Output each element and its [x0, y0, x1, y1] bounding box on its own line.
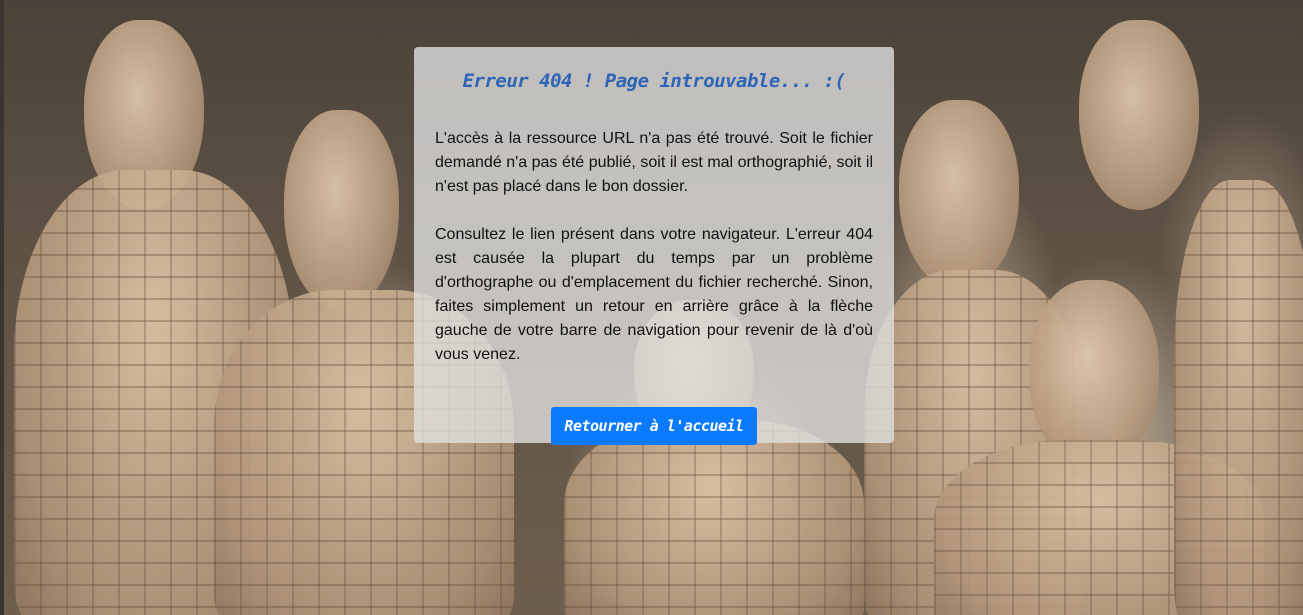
- statue-body: [1174, 180, 1303, 615]
- home-button[interactable]: Retourner à l'accueil: [551, 407, 757, 445]
- button-container: Retourner à l'accueil: [435, 407, 873, 445]
- page-title: Erreur 404 ! Page introuvable... :(: [462, 70, 846, 92]
- error-help-text: Consultez le lien présent dans votre nav…: [435, 226, 873, 363]
- error-description: L'accès à la ressource URL n'a pas été t…: [435, 130, 873, 195]
- error-panel: Erreur 404 ! Page introuvable... :( L'ac…: [414, 47, 894, 445]
- statue-body: [564, 420, 864, 615]
- statue-head: [899, 100, 1019, 290]
- statue-head: [1079, 20, 1199, 210]
- statue-head: [284, 110, 399, 310]
